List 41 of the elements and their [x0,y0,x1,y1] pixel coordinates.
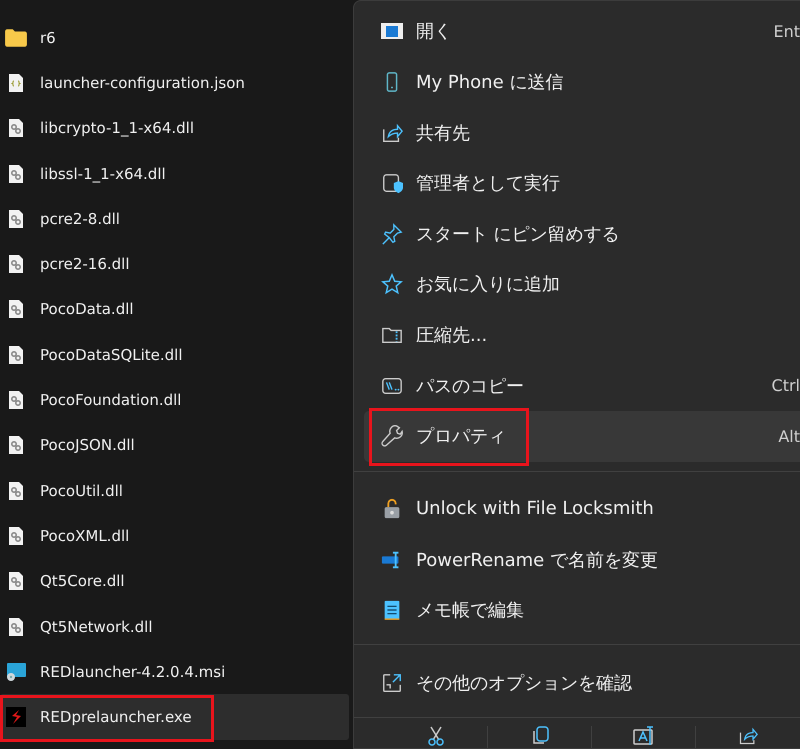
share-icon [380,122,404,144]
menu-item[interactable]: メモ帳で編集 [364,584,800,636]
menu-item[interactable]: その他のオプションを確認 [364,657,800,708]
folder-icon [4,28,28,48]
file-item[interactable]: launcher-configuration.json [0,60,349,106]
menu-item[interactable]: Unlock with File Locksmith [364,484,800,534]
menu-item[interactable]: スタート にピン留めする [364,208,800,260]
wrench-icon [380,425,404,448]
file-item[interactable]: r6 [0,15,349,60]
star-icon [380,273,404,296]
file-item[interactable]: Qt5Core.dll [0,558,349,604]
file-item[interactable]: PocoDataSQLite.dll [0,332,349,378]
menu-item[interactable]: パスのコピー Ctrl [364,360,800,411]
game-logo-icon [4,707,28,728]
installer-icon [4,662,28,682]
file-item[interactable]: pcre2-8.dll [0,196,349,242]
menu-item[interactable]: 管理者として実行 [364,158,800,208]
menu-item[interactable]: PowerRename で名前を変更 [364,534,800,585]
file-item[interactable]: REDprelauncher.exe [0,694,349,740]
expand-icon [380,672,404,694]
file-item[interactable]: REDlauncher-4.2.0.4.msi [0,649,349,694]
file-item[interactable]: PocoFoundation.dll [0,377,349,423]
file-item[interactable]: PocoData.dll [0,286,349,332]
text-field-icon [632,726,656,746]
file-item[interactable]: PocoXML.dll [0,513,349,559]
menu-item[interactable]: 共有先 [364,107,800,158]
shortcut-text: Ent [773,22,800,41]
shield-window-icon [380,172,404,194]
file-item[interactable]: PocoJSON.dll [0,422,349,468]
file-item[interactable]: libcrypto-1_1-x64.dll [0,106,349,151]
shortcut-text: Ctrl [772,376,800,396]
menu-item[interactable]: My Phone に送信 [364,56,800,108]
file-item[interactable]: pcre2-16.dll [0,241,349,287]
shortcut-text: Alt [778,426,800,446]
file-item[interactable]: libssl-1_1-x64.dll [0,150,349,196]
pin-icon [380,222,404,245]
file-item[interactable]: PocoUtil.dll [0,468,349,514]
menu-item[interactable]: お気に入りに追加 [364,259,800,310]
menu-item[interactable]: 開く Ent [364,6,800,57]
file-item[interactable]: Qt5Network.dll [0,604,349,650]
menu-item[interactable]: 圧縮先... [364,310,800,360]
